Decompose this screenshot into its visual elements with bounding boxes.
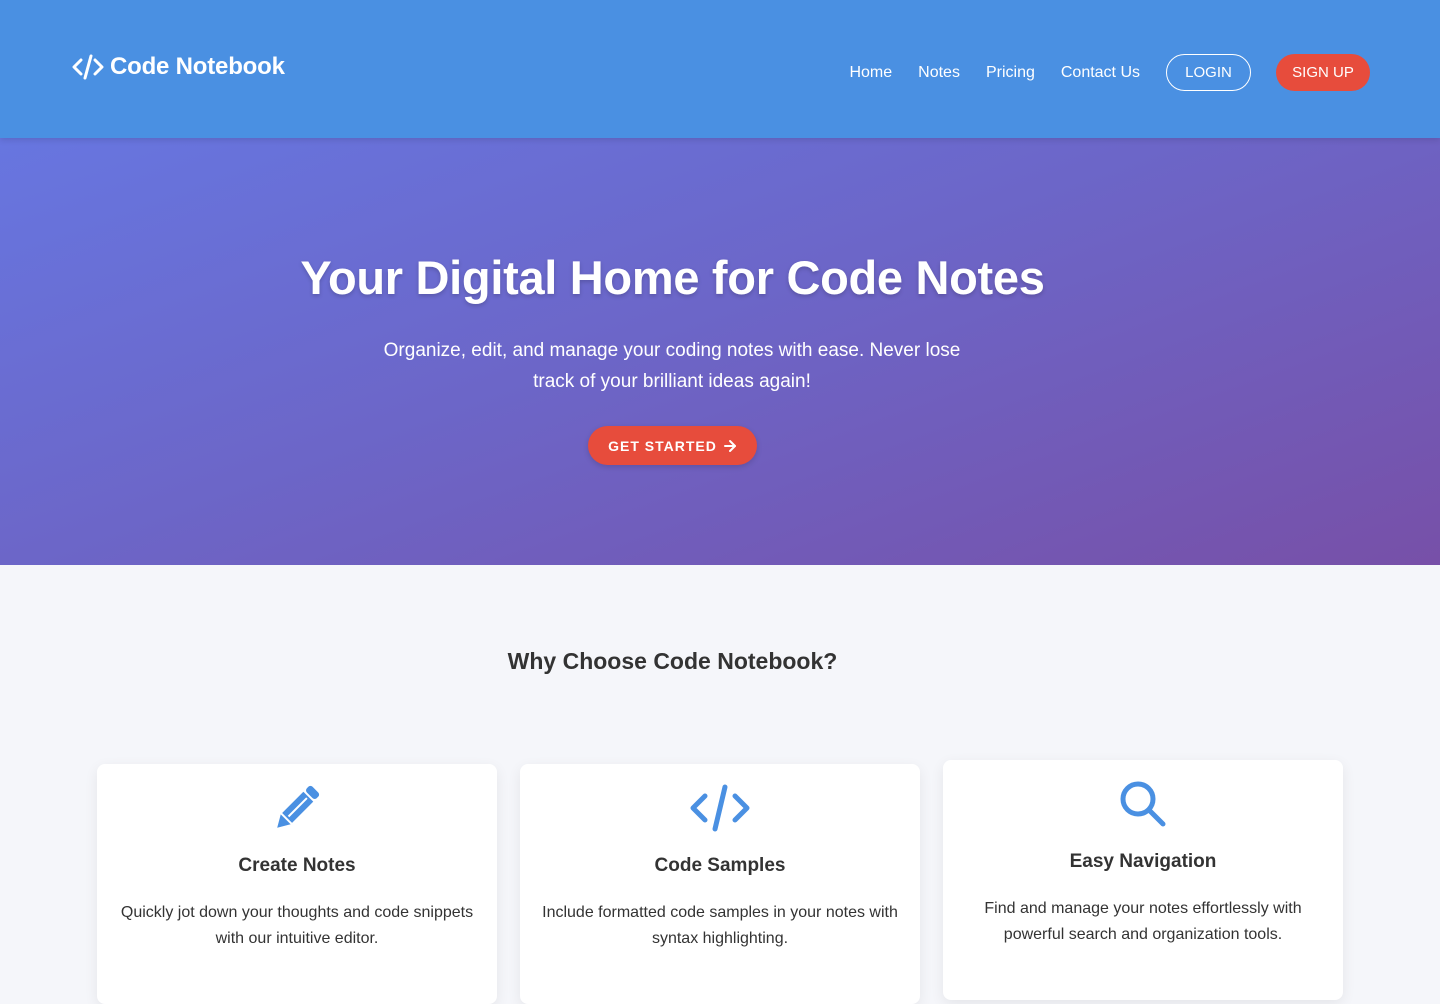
feature-card-easy-navigation: Easy Navigation Find and manage your not…: [943, 760, 1343, 1000]
pencil-icon: [277, 785, 320, 828]
hero-section: Your Digital Home for Code Notes Organiz…: [0, 138, 1440, 565]
feature-card-code-samples: Code Samples Include formatted code samp…: [520, 764, 920, 1004]
search-icon: [1120, 781, 1166, 827]
brand-name: Code Notebook: [110, 53, 285, 80]
nav-notes[interactable]: Notes: [918, 64, 960, 82]
card-title: Create Notes: [238, 855, 356, 876]
nav-pricing[interactable]: Pricing: [986, 64, 1035, 82]
code-icon: [72, 54, 104, 80]
login-button[interactable]: LOGIN: [1166, 54, 1251, 91]
brand-logo[interactable]: Code Notebook: [72, 52, 285, 82]
features-title: Why Choose Code Notebook?: [507, 648, 838, 674]
card-title: Code Samples: [654, 855, 786, 876]
get-started-button[interactable]: GET STARTED: [588, 426, 757, 465]
hero-subtitle: Organize, edit, and manage your coding n…: [383, 340, 961, 392]
site-header: Code Notebook Home Notes Pricing Contact…: [0, 0, 1440, 138]
main-nav: Home Notes Pricing Contact Us LOGIN SIGN…: [849, 54, 1370, 91]
nav-home[interactable]: Home: [849, 64, 892, 82]
feature-card-create-notes: Create Notes Quickly jot down your thoug…: [97, 764, 497, 1004]
signup-button[interactable]: SIGN UP: [1276, 54, 1370, 91]
hero-title: Your Digital Home for Code Notes: [300, 251, 1045, 304]
card-description: Find and manage your notes effortlessly …: [984, 900, 1302, 943]
card-title: Easy Navigation: [1069, 851, 1217, 872]
nav-contact[interactable]: Contact Us: [1061, 64, 1140, 82]
get-started-label: GET STARTED: [608, 437, 717, 454]
card-description: Quickly jot down your thoughts and code …: [120, 904, 474, 947]
card-description: Include formatted code samples in your n…: [542, 904, 898, 947]
arrow-right-icon: [723, 439, 736, 452]
code-icon: [690, 784, 750, 832]
